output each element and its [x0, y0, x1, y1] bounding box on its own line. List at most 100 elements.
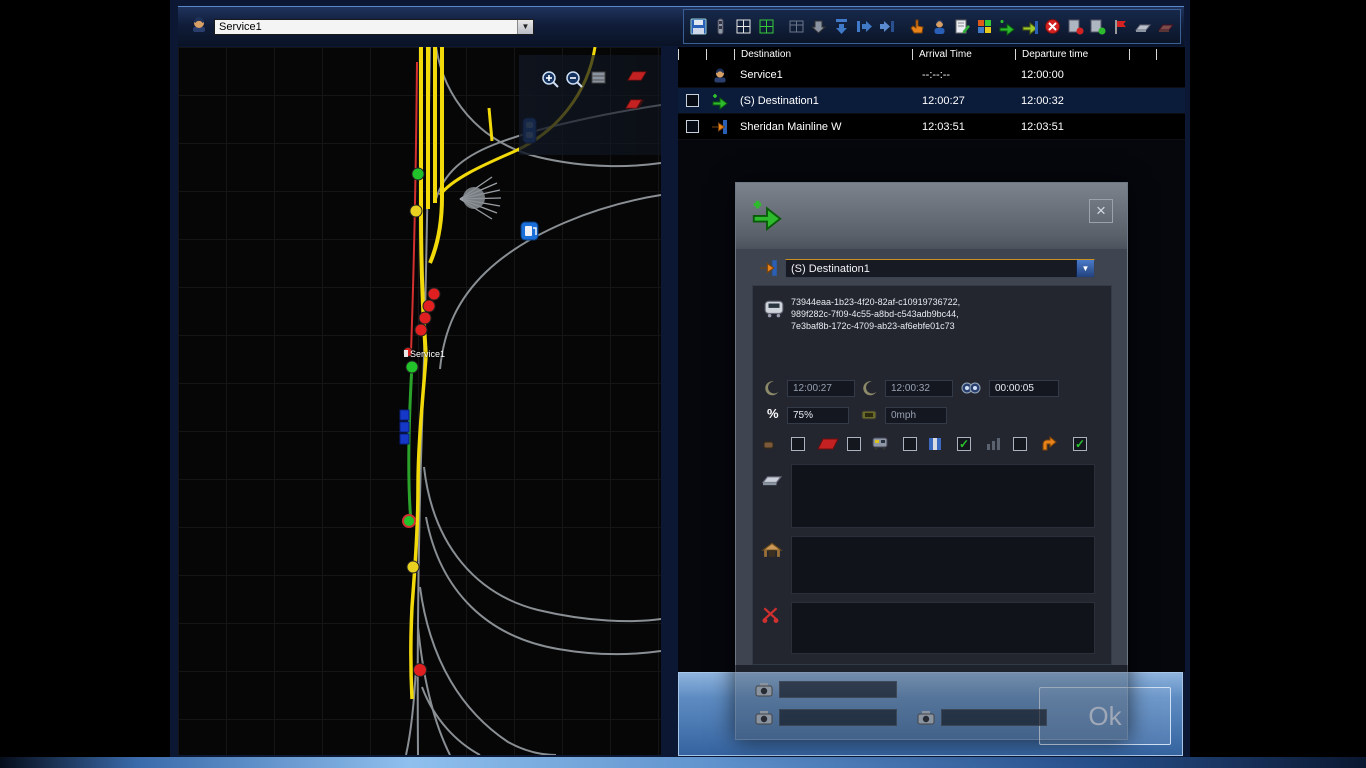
consist-icon[interactable]: [711, 14, 732, 40]
col-extra2-header: [1156, 49, 1185, 60]
performance-percent-label: %: [767, 406, 779, 421]
platform-dark-icon[interactable]: [1155, 14, 1176, 40]
table-row[interactable]: (S) Destination1 12:00:27 12:00:32: [678, 88, 1185, 114]
row-destination: Service1: [734, 69, 912, 81]
stop-duration-field[interactable]: 00:00:05: [989, 380, 1059, 397]
camera-field[interactable]: [779, 681, 897, 698]
locomotive-icon: [871, 435, 889, 456]
option-checkbox-checked[interactable]: ✓: [1073, 437, 1087, 451]
row-checkbox[interactable]: [686, 94, 699, 107]
row-arrival: 12:00:27: [912, 95, 1015, 107]
platform-icon: [761, 470, 783, 493]
row-arrival: 12:03:51: [912, 121, 1015, 133]
camera-fields-area: [735, 665, 1128, 740]
grid-add-icon[interactable]: [756, 14, 777, 40]
platform-icon[interactable]: [1133, 14, 1154, 40]
timetable-header-row: Destination Arrival Time Departure time: [678, 47, 1185, 62]
bottom-gradient-bar: [0, 757, 1366, 768]
train-label: Service1: [404, 349, 445, 359]
swatches-icon[interactable]: [975, 14, 996, 40]
camera-icon: [917, 710, 935, 731]
delete-destination-icon[interactable]: [1042, 14, 1063, 40]
speed-limit-icon: [861, 407, 877, 428]
row-checkbox[interactable]: [686, 120, 699, 133]
close-icon[interactable]: ×: [1089, 199, 1113, 223]
signal-span-alt-icon[interactable]: [625, 94, 645, 114]
edit-timetable-icon[interactable]: [952, 14, 973, 40]
signal-span-icon[interactable]: [627, 66, 647, 86]
move-right-icon[interactable]: [854, 14, 875, 40]
service-dropdown-arrow-icon[interactable]: ▼: [517, 20, 533, 34]
service-dropdown[interactable]: Service1 ▼: [214, 19, 534, 35]
add-destination-icon: [750, 197, 784, 236]
destination-dialog: × (S) Destination1 ▼ 73944eaa-1b23-4f20-…: [735, 182, 1128, 740]
option-checkbox[interactable]: [791, 437, 805, 451]
col-checkbox-header: [678, 49, 706, 60]
siding-markers: [400, 410, 409, 444]
departure-time-field[interactable]: 12:00:32: [885, 380, 953, 397]
reverse-arrow-icon: [1039, 435, 1057, 458]
signal-pass-icon: [817, 437, 839, 456]
move-down-icon[interactable]: [831, 14, 852, 40]
camera-icon: [755, 682, 773, 703]
platform-list-box[interactable]: [791, 464, 1095, 528]
col-icon-header: [706, 49, 734, 60]
add-destination-icon: [706, 92, 734, 110]
dialog-header[interactable]: ×: [736, 183, 1127, 249]
table-row[interactable]: Service1 --:--:-- 12:00:00: [678, 62, 1185, 88]
camera-field[interactable]: [779, 709, 897, 726]
camera-icon: [755, 710, 773, 731]
option-checkbox-checked[interactable]: ✓: [957, 437, 971, 451]
insert-destination-icon[interactable]: [1020, 14, 1041, 40]
depot-icon: [761, 540, 783, 563]
drop-marker-icon[interactable]: [809, 14, 830, 40]
arrival-time-field[interactable]: 12:00:27: [787, 380, 855, 397]
table-icon[interactable]: [786, 14, 807, 40]
add-destination-icon[interactable]: [997, 14, 1018, 40]
guid-line: 989f282c-7f09-4c55-a8bd-c543adb9bc44,: [791, 308, 1101, 320]
departure-moon-icon: [863, 380, 879, 401]
table-row[interactable]: Sheridan Mainline W 12:03:51 12:03:51: [678, 114, 1185, 140]
top-header-bar: Service1 ▼: [178, 6, 1184, 46]
destination-dropdown-value: (S) Destination1: [786, 263, 1076, 275]
driver-avatar-icon: [190, 15, 208, 38]
destination-dropdown-arrow-icon[interactable]: ▼: [1076, 260, 1094, 277]
flag-icon[interactable]: [1110, 14, 1131, 40]
driver-icon[interactable]: [929, 14, 950, 40]
camera-field[interactable]: [941, 709, 1047, 726]
coupling-icon: [761, 437, 776, 457]
option-checkbox[interactable]: [1013, 437, 1027, 451]
row-departure: 12:00:00: [1015, 69, 1129, 81]
option-checkbox[interactable]: [903, 437, 917, 451]
depot-list-box[interactable]: [791, 536, 1095, 594]
screen: Service1 ▼: [0, 0, 1366, 768]
levels-icon: [985, 437, 1001, 456]
copy-badge-icon[interactable]: [1065, 14, 1086, 40]
consist-icon: [763, 300, 785, 323]
row-departure: 12:00:32: [1015, 95, 1129, 107]
col-destination-header: Destination: [734, 49, 912, 60]
speed-field[interactable]: 0mph: [885, 407, 947, 424]
duration-binoculars-icon: [961, 381, 981, 400]
map-panel[interactable]: Service1: [178, 47, 661, 755]
restriction-list-box[interactable]: [791, 602, 1095, 654]
zoom-out-icon[interactable]: [565, 70, 585, 90]
row-arrival: --:--:--: [912, 69, 1015, 81]
col-arrival-header: Arrival Time: [912, 49, 1015, 60]
save-icon[interactable]: [688, 14, 709, 40]
destination-dropdown[interactable]: (S) Destination1 ▼: [785, 259, 1095, 278]
destination-dropdown-row: (S) Destination1 ▼: [735, 256, 1128, 282]
guid-line: 7e3baf8b-172c-4709-ab23-af6ebfe01c73: [791, 320, 1101, 332]
dialog-properties: 73944eaa-1b23-4f20-82af-c10919736722, 98…: [752, 285, 1112, 665]
hand-icon[interactable]: [907, 14, 928, 40]
driver-icon: [706, 67, 734, 83]
no-pass-scissors-icon: [761, 606, 781, 629]
zoom-in-icon[interactable]: [541, 70, 561, 90]
option-checkbox[interactable]: [847, 437, 861, 451]
paste-badge-icon[interactable]: [1088, 14, 1109, 40]
transfer-icon[interactable]: [877, 14, 898, 40]
performance-field[interactable]: 75%: [787, 407, 849, 424]
layers-icon[interactable]: [589, 68, 609, 88]
grid-icon[interactable]: [733, 14, 754, 40]
waypoint-icon: [706, 118, 734, 136]
